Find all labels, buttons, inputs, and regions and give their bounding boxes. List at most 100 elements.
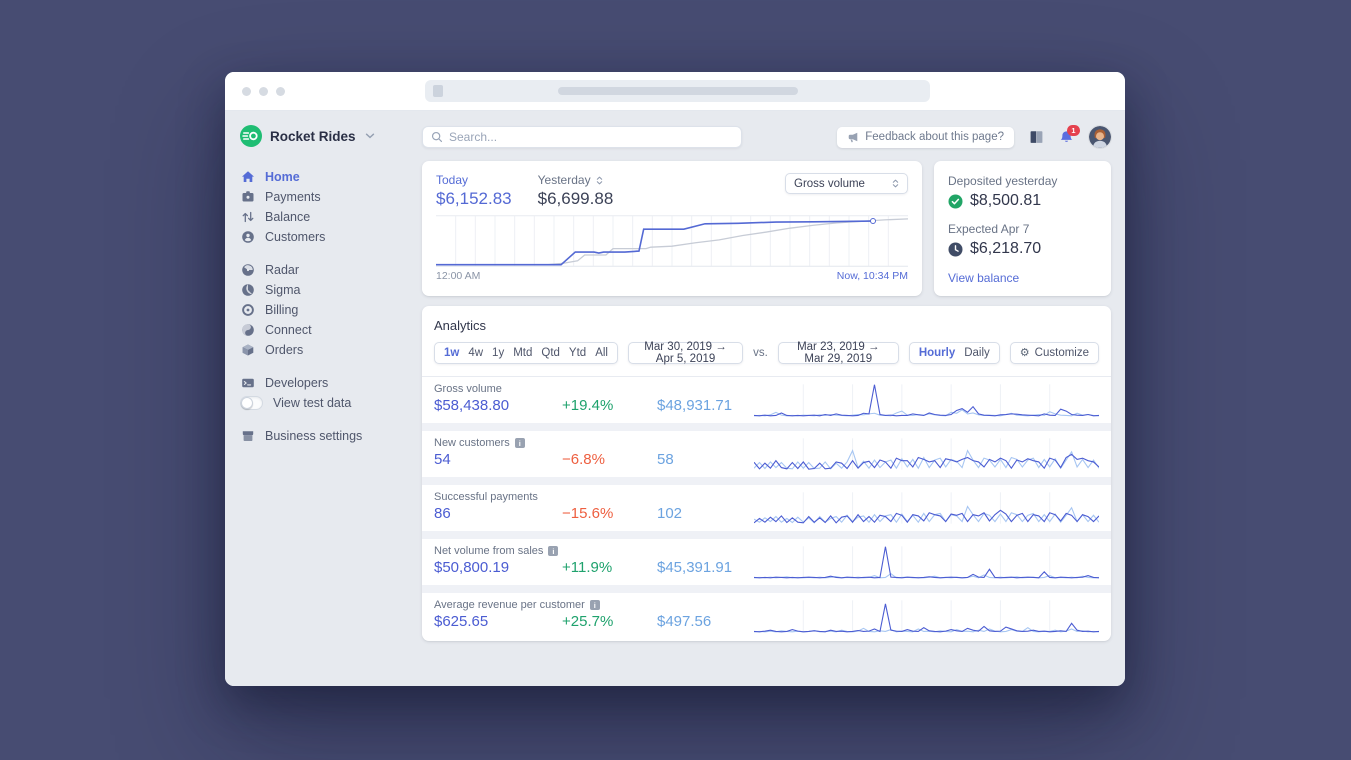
toggle-icon[interactable] — [240, 396, 263, 410]
browser-chrome — [225, 72, 1125, 111]
analytics-title: Analytics — [434, 318, 487, 333]
comparison-toggle-icon[interactable] — [596, 176, 603, 185]
metric-comparison-value: $48,931.71 — [657, 397, 733, 414]
billing-icon — [240, 303, 255, 317]
axis-start-label: 12:00 AM — [436, 270, 481, 282]
chart-now-marker — [869, 218, 876, 225]
connect-icon — [240, 323, 255, 337]
metric-label: New customers — [434, 437, 510, 449]
range-option-mtd[interactable]: Mtd — [513, 347, 532, 359]
deposited-value: $8,500.81 — [970, 192, 1042, 209]
megaphone-icon — [848, 132, 858, 143]
yesterday-value: $6,699.88 — [537, 189, 614, 208]
metric-row-successful-payments[interactable]: Successful payments i 86 −15.6% 102 — [422, 485, 1111, 531]
window-close-button[interactable] — [242, 87, 251, 96]
metric-comparison-value: $497.56 — [657, 613, 712, 630]
info-icon[interactable]: i — [589, 600, 600, 610]
select-chevrons-icon — [892, 179, 899, 188]
sidebar-item-billing[interactable]: Billing — [240, 300, 421, 320]
range-option-1y[interactable]: 1y — [492, 347, 504, 359]
sidebar-item-label: Radar — [265, 263, 300, 277]
expected-label: Expected Apr 7 — [948, 222, 1030, 236]
sidebar-item-business-settings[interactable]: Business settings — [240, 426, 421, 446]
range-option-ytd[interactable]: Ytd — [569, 347, 586, 359]
sidebar-item-label: Billing — [265, 303, 299, 317]
sidebar-item-payments[interactable]: Payments — [240, 187, 421, 207]
sidebar-item-orders[interactable]: Orders — [240, 340, 421, 360]
customize-label: Customize — [1034, 347, 1089, 359]
metric-row-net-volume-from-sales[interactable]: Net volume from sales i $50,800.19 +11.9… — [422, 539, 1111, 585]
axis-now-label: Now, 10:34 PM — [836, 270, 908, 282]
balance-icon — [240, 210, 255, 224]
customize-button[interactable]: ⚙ Customize — [1009, 342, 1099, 364]
search-input[interactable] — [449, 130, 741, 144]
sidebar-item-customers[interactable]: Customers — [240, 227, 421, 247]
metric-row-new-customers[interactable]: New customers i 54 −6.8% 58 — [422, 431, 1111, 477]
row-separator — [422, 585, 1111, 593]
chevron-down-icon — [365, 133, 374, 139]
metric-delta: +25.7% — [562, 613, 614, 630]
sidebar-item-label: Connect — [265, 323, 312, 337]
granularity-option-hourly[interactable]: Hourly — [919, 347, 955, 359]
metric-select[interactable]: Gross volume — [785, 173, 908, 194]
radar-icon — [240, 263, 255, 277]
favicon-placeholder — [433, 85, 443, 97]
user-avatar[interactable] — [1089, 126, 1111, 148]
metric-row-gross-volume[interactable]: Gross volume i $58,438.80 +19.4% $48,931… — [422, 377, 1111, 423]
sidebar-item-label: View test data — [273, 396, 352, 410]
sidebar-item-label: Home — [265, 170, 300, 184]
analytics-card: Analytics 1w 4w 1y Mtd Qtd Ytd All Mar 30, 201… — [422, 306, 1111, 641]
sidebar-item-label: Business settings — [265, 429, 363, 443]
metric-sparkline — [754, 437, 1099, 471]
sidebar-item-sigma[interactable]: Sigma — [240, 280, 421, 300]
clock-icon — [948, 242, 963, 256]
primary-date-range[interactable]: Mar 30, 2019 → Apr 5, 2019 — [627, 341, 744, 365]
metric-select-value: Gross volume — [794, 177, 865, 190]
url-bar[interactable] — [425, 80, 930, 102]
range-option-1w[interactable]: 1w — [444, 347, 459, 359]
metric-current-value: $625.65 — [434, 613, 489, 630]
sidebar-item-balance[interactable]: Balance — [240, 207, 421, 227]
metric-delta: +11.9% — [562, 559, 613, 576]
info-icon[interactable]: i — [548, 546, 559, 556]
feedback-button[interactable]: Feedback about this page? — [837, 126, 1014, 148]
window-minimize-button[interactable] — [259, 87, 268, 96]
sidebar-item-label: Sigma — [265, 283, 301, 297]
metric-delta: −15.6% — [562, 505, 614, 522]
analytics-controls: 1w 4w 1y Mtd Qtd Ytd All Mar 30, 2019 → Apr 5,… — [422, 341, 1111, 365]
overview-chart — [436, 215, 908, 267]
range-option-qtd[interactable]: Qtd — [541, 347, 560, 359]
docs-button[interactable] — [1029, 129, 1044, 145]
sidebar-item-connect[interactable]: Connect — [240, 320, 421, 340]
home-icon — [240, 170, 255, 184]
main-content: Feedback about this page? 1 — [421, 111, 1125, 686]
comparison-date-range[interactable]: Mar 23, 2019 → Mar 29, 2019 — [777, 341, 899, 365]
metric-row-average-revenue-per-customer[interactable]: Average revenue per customer i $625.65 +… — [422, 593, 1111, 639]
window-zoom-button[interactable] — [276, 87, 285, 96]
app-viewport: Rocket Rides Home Payments Balance Customer… — [225, 111, 1125, 686]
developers-icon — [240, 376, 255, 390]
range-option-4w[interactable]: 4w — [468, 347, 483, 359]
metric-rows: Gross volume i $58,438.80 +19.4% $48,931… — [422, 376, 1111, 639]
overview-row: Today $6,152.83 Yesterday $6,699.88 Gros… — [422, 161, 1111, 296]
notifications-button[interactable]: 1 — [1059, 124, 1080, 145]
row-separator — [422, 423, 1111, 431]
row-separator — [422, 477, 1111, 485]
search-box[interactable] — [422, 126, 742, 148]
info-icon[interactable]: i — [514, 438, 525, 448]
metric-comparison-value: 102 — [657, 505, 683, 522]
sidebar-item-radar[interactable]: Radar — [240, 260, 421, 280]
row-separator — [422, 531, 1111, 539]
account-switcher[interactable]: Rocket Rides — [240, 125, 421, 147]
range-option-all[interactable]: All — [595, 347, 608, 359]
sidebar-item-home[interactable]: Home — [240, 167, 421, 187]
metric-comparison-value: 58 — [657, 451, 674, 468]
metric-label: Average revenue per customer — [434, 599, 585, 611]
top-bar: Feedback about this page? 1 — [422, 124, 1111, 148]
sidebar-item-view-test-data[interactable]: View test data — [240, 393, 421, 413]
expected-value: $6,218.70 — [970, 240, 1042, 257]
view-balance-link[interactable]: View balance — [948, 271, 1097, 285]
granularity-option-daily[interactable]: Daily — [964, 347, 990, 359]
metric-delta: −6.8% — [562, 451, 605, 468]
sidebar-item-developers[interactable]: Developers — [240, 373, 421, 393]
